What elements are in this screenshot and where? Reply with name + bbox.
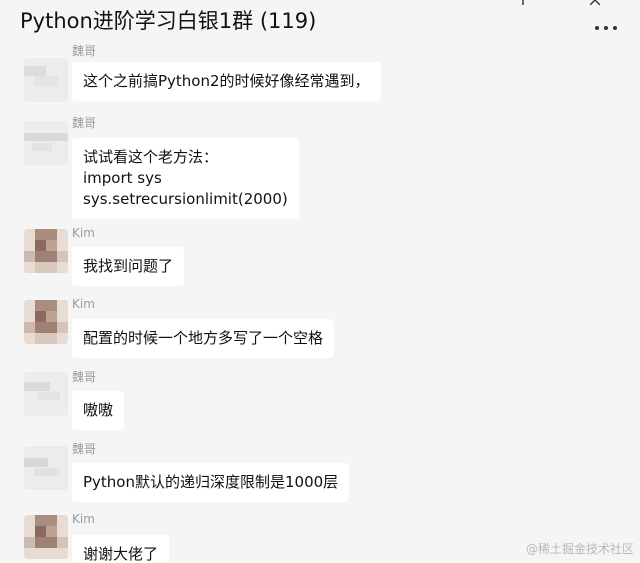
more-icon[interactable] bbox=[594, 20, 618, 34]
message-bubble[interactable]: 嗷嗷 bbox=[72, 391, 125, 430]
sender-name: 魏哥 bbox=[72, 44, 97, 58]
sender-avatar[interactable] bbox=[24, 515, 68, 559]
sender-name: 魏哥 bbox=[72, 116, 97, 130]
sender-name: 魏哥 bbox=[72, 370, 97, 384]
close-icon[interactable] bbox=[589, 0, 601, 8]
chat-header: Python进阶学习白银1群 (119) bbox=[0, 0, 640, 40]
chat-title[interactable]: Python进阶学习白银1群 (119) bbox=[20, 5, 316, 35]
watermark: @稀土掘金技术社区 bbox=[525, 542, 634, 556]
message-bubble[interactable]: 这个之前搞Python2的时候好像经常遇到， bbox=[72, 62, 381, 101]
plus-icon[interactable] bbox=[517, 0, 529, 8]
message-bubble[interactable]: 配置的时候一个地方多写了一个空格 bbox=[72, 319, 335, 358]
sender-name: 魏哥 bbox=[72, 442, 97, 456]
message-bubble[interactable]: 谢谢大佬了 bbox=[72, 535, 170, 563]
sender-avatar[interactable] bbox=[24, 58, 68, 102]
sender-avatar[interactable] bbox=[24, 121, 68, 165]
sender-avatar[interactable] bbox=[24, 229, 68, 273]
message-bubble[interactable]: 我找到问题了 bbox=[72, 247, 185, 286]
sender-avatar[interactable] bbox=[24, 300, 68, 344]
sender-name: Kim bbox=[72, 512, 95, 526]
sender-name: Kim bbox=[72, 226, 95, 240]
message-bubble[interactable]: Python默认的递归深度限制是1000层 bbox=[72, 463, 350, 502]
sender-avatar[interactable] bbox=[24, 446, 68, 490]
message-bubble[interactable]: 试试看这个老方法： import sys sys.setrecursionlim… bbox=[72, 138, 299, 219]
sender-name: Kim bbox=[72, 297, 95, 311]
chat-window: Python进阶学习白银1群 (119) 魏哥 这个之前搞Python2的时候好… bbox=[0, 0, 640, 563]
sender-avatar[interactable] bbox=[24, 372, 68, 416]
